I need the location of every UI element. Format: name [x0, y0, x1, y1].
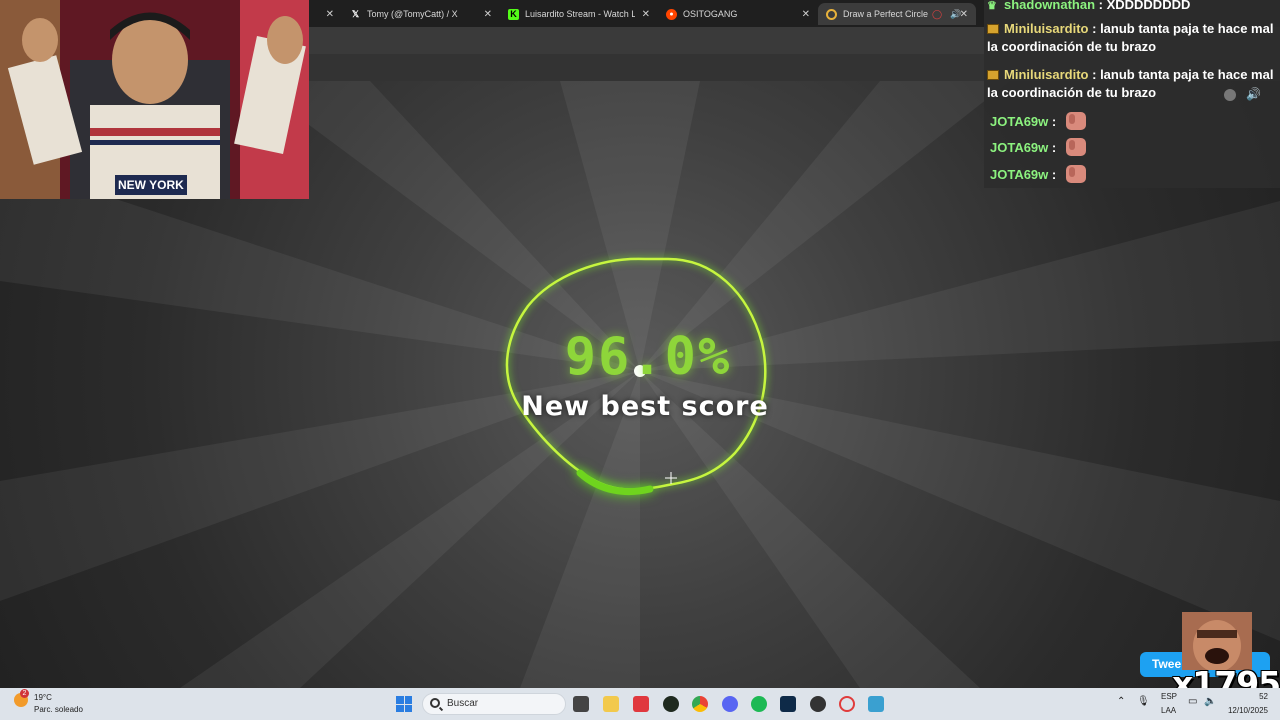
- chat-message: Miniluisardito : lanub tanta paja te hac…: [987, 21, 1274, 54]
- x-icon: 𝕏: [351, 8, 360, 19]
- clock[interactable]: 52 12/10/2025: [1226, 692, 1268, 715]
- chat-username: JOTA69w: [990, 140, 1049, 155]
- discord-icon[interactable]: [722, 696, 738, 712]
- stream-chat-overlay: ♛ shadownathan : XDDDDDDDD Miniluisardito…: [984, 0, 1280, 188]
- tab-ositogang[interactable]: ● OSITOGANG ✕: [658, 3, 818, 25]
- tab-label: Luisardito Stream - Watch Live: [525, 9, 635, 19]
- thumb-emote: [1065, 112, 1086, 130]
- language-code: ESP: [1161, 692, 1178, 701]
- app-dark-icon[interactable]: [810, 696, 826, 712]
- streamer-webcam: NEW YORK: [0, 0, 309, 199]
- taskbar-search[interactable]: Buscar: [422, 693, 566, 715]
- circle-icon: [826, 8, 837, 20]
- reaction-face-image: [1182, 612, 1252, 670]
- tab-kick-stream[interactable]: K Luisardito Stream - Watch Live ✕: [500, 3, 658, 25]
- chat-username: Miniluisardito: [1004, 21, 1089, 36]
- chat-message: JOTA69w :: [990, 165, 1086, 184]
- shirt-text: NEW YORK: [118, 178, 184, 192]
- score-percentage: 96.0%: [564, 327, 732, 387]
- tab-label: Draw a Perfect Circle: [843, 9, 929, 19]
- clock-time: 52: [1259, 692, 1268, 701]
- chat-message: JOTA69w :: [990, 138, 1086, 157]
- microphone-icon[interactable]: 🎙: [1137, 696, 1150, 707]
- chat-message: ♛ shadownathan : XDDDDDDDD: [987, 0, 1190, 14]
- language-indicator[interactable]: ESP LAA: [1161, 692, 1177, 715]
- tab-label: OSITOGANG: [683, 9, 738, 19]
- close-icon[interactable]: ✕: [802, 9, 810, 20]
- chat-username: JOTA69w: [990, 114, 1049, 129]
- weather-temperature: 19°C: [34, 693, 52, 702]
- photoshop-icon[interactable]: [780, 696, 796, 712]
- sub-badge-icon: [987, 70, 999, 80]
- chat-username: shadownathan: [1004, 0, 1096, 12]
- close-icon[interactable]: ✕: [642, 9, 650, 20]
- chrome-icon[interactable]: [692, 696, 708, 712]
- recording-icon: ◯: [932, 8, 943, 19]
- chat-username: JOTA69w: [990, 167, 1049, 182]
- volume-icon[interactable]: 🔈: [1204, 696, 1216, 707]
- tab-x-tomy[interactable]: 𝕏 Tomy (@TomyCatt) / X ✕: [342, 3, 500, 25]
- chat-message: JOTA69w :: [990, 112, 1086, 131]
- clock-date: 12/10/2025: [1227, 706, 1268, 715]
- speaker-icon[interactable]: 🔊: [1246, 87, 1261, 101]
- reddit-icon: ●: [666, 8, 677, 20]
- close-icon[interactable]: ✕: [484, 9, 492, 20]
- weather-description: Parc. soleado: [34, 705, 83, 714]
- chat-username: Miniluisardito: [1004, 67, 1089, 82]
- tab-draw-circle[interactable]: Draw a Perfect Circle ◯ 🔊 ✕: [818, 3, 976, 25]
- xbox-icon[interactable]: [663, 696, 679, 712]
- crown-icon: ♛: [987, 0, 997, 12]
- search-placeholder: Buscar: [447, 698, 479, 709]
- weather-widget[interactable]: 2 19°C Parc. soleado: [14, 689, 83, 714]
- close-icon[interactable]: ✕: [960, 9, 968, 20]
- app-red-icon[interactable]: [633, 696, 649, 712]
- windows-taskbar: 2 19°C Parc. soleado Buscar ⌃ 🎙 ESP LAA …: [0, 688, 1280, 720]
- close-icon[interactable]: ✕: [326, 9, 334, 20]
- crosshair-cursor: [665, 472, 677, 484]
- task-view-icon[interactable]: [573, 696, 589, 712]
- opera-icon[interactable]: [839, 696, 855, 712]
- tab-partial[interactable]: ✕: [312, 3, 342, 25]
- file-explorer-icon[interactable]: [603, 696, 619, 712]
- network-icon[interactable]: ▭: [1188, 696, 1197, 707]
- notepad-icon[interactable]: [868, 696, 884, 712]
- chat-text: XDDDDDDDD: [1106, 0, 1191, 12]
- webcam-image: [0, 0, 309, 199]
- tab-label: Tomy (@TomyCatt) / X: [367, 9, 458, 19]
- thumb-emote: [1065, 165, 1086, 183]
- weather-badge: 2: [20, 689, 29, 698]
- kick-icon: K: [508, 8, 519, 20]
- spotify-icon[interactable]: [751, 696, 767, 712]
- info-icon[interactable]: [1224, 89, 1236, 101]
- thumb-emote: [1065, 138, 1086, 156]
- new-best-score-label: New best score: [521, 391, 769, 422]
- weather-icon: 2: [14, 689, 29, 707]
- keyboard-layout: LAA: [1161, 706, 1177, 715]
- chevron-up-icon[interactable]: ⌃: [1117, 696, 1125, 707]
- start-button[interactable]: [396, 696, 412, 712]
- sub-badge-icon: [987, 24, 999, 34]
- search-icon: [430, 698, 440, 708]
